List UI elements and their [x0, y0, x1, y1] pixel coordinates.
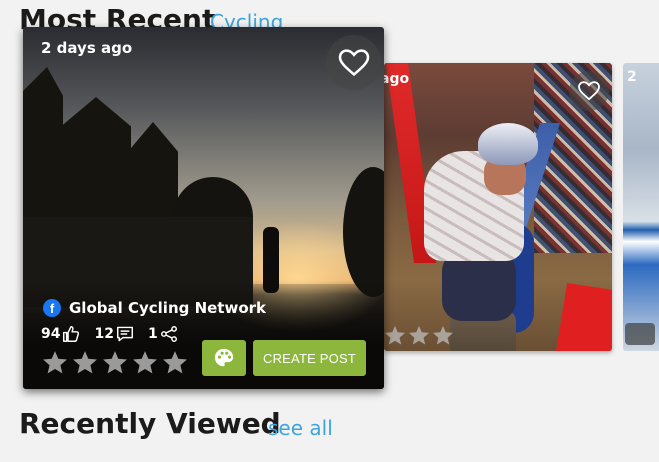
likes-count: 94 [41, 326, 61, 342]
thumbs-up-icon [63, 326, 80, 342]
star-icon[interactable] [132, 350, 158, 374]
comments-stat: 12 [94, 326, 133, 342]
star-icon[interactable] [42, 350, 68, 374]
card-overlay-control [625, 323, 655, 345]
star-icon[interactable] [72, 350, 98, 374]
source-name: Global Cycling Network [69, 299, 267, 317]
see-all-link[interactable]: see all [268, 418, 333, 438]
shares-count: 1 [147, 326, 158, 342]
heart-icon [578, 81, 600, 101]
comments-count: 12 [94, 326, 114, 342]
favorite-button[interactable] [326, 35, 381, 90]
star-icon[interactable] [408, 325, 430, 345]
card-image [623, 63, 659, 351]
likes-stat: 94 [41, 326, 80, 342]
shares-stat: 1 [148, 326, 178, 342]
card-source[interactable]: f Global Cycling Network [43, 299, 266, 317]
star-icon[interactable] [432, 325, 454, 345]
customize-button[interactable] [202, 340, 246, 376]
facebook-icon: f [43, 299, 61, 317]
card-time-label: ago [384, 71, 410, 87]
card-time-label: 2 days ago [41, 39, 133, 57]
card-stats: 94 12 1 [41, 326, 192, 342]
create-post-button[interactable]: CREATE POST [253, 340, 366, 376]
star-icon[interactable] [384, 325, 406, 345]
recently-viewed-heading: Recently Viewed [19, 407, 281, 440]
rating-stars[interactable] [42, 350, 192, 374]
content-card-3[interactable]: 2 [623, 63, 659, 351]
comment-icon [116, 326, 133, 342]
share-icon [160, 326, 177, 342]
card-time-label: 2 [627, 69, 637, 85]
star-icon[interactable] [162, 350, 188, 374]
content-card-2[interactable]: ago [384, 63, 612, 351]
heart-icon [338, 48, 369, 76]
star-icon[interactable] [102, 350, 128, 374]
content-card-main[interactable]: 2 days ago f Global Cycling Network 94 1… [23, 27, 384, 389]
favorite-button[interactable] [569, 71, 609, 111]
palette-icon [214, 348, 234, 367]
rating-stars[interactable] [384, 325, 456, 345]
